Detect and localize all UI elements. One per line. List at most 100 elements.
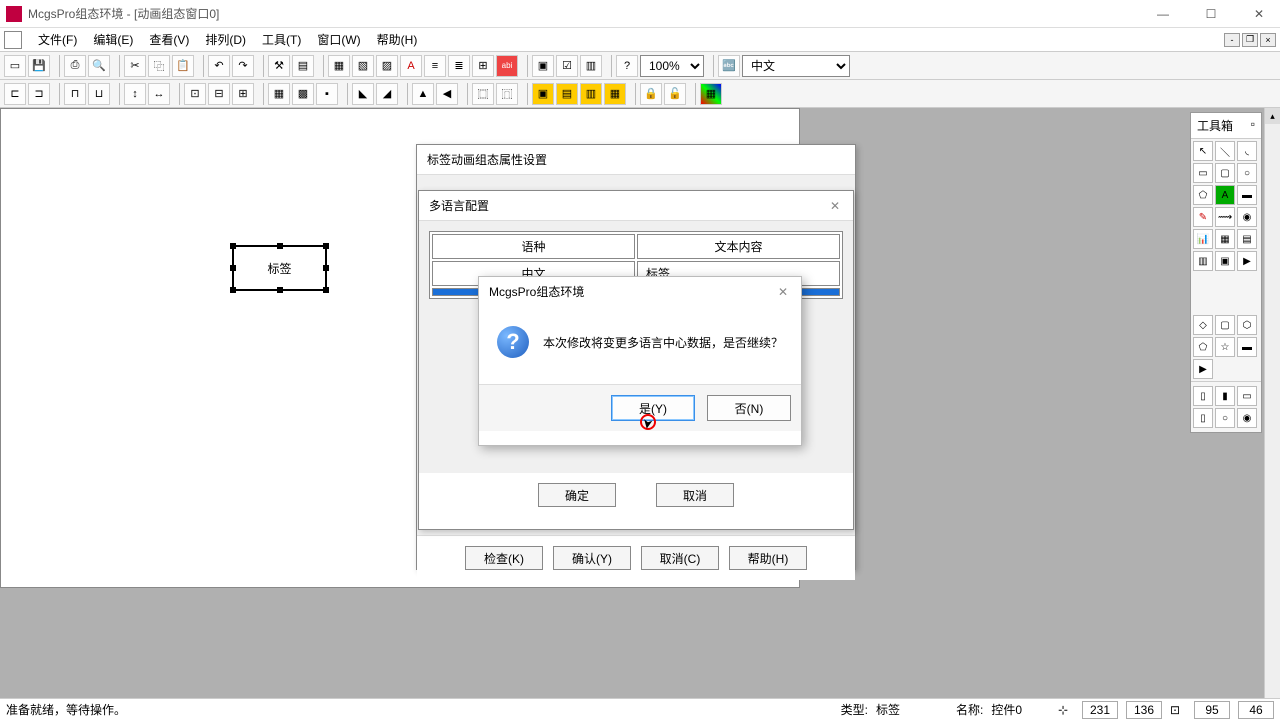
confirm-button[interactable]: 确认(Y) <box>553 546 631 570</box>
tool-circle-icon[interactable]: ○ <box>1237 163 1257 183</box>
multilang-close-icon[interactable]: ✕ <box>827 199 843 213</box>
language-select[interactable]: 中文 <box>742 55 850 77</box>
menu-edit[interactable]: 编辑(E) <box>85 28 141 51</box>
ok-button[interactable]: 确定 <box>538 483 616 507</box>
cut-icon[interactable]: ✂ <box>124 55 146 77</box>
copy-icon[interactable]: ⿻ <box>148 55 170 77</box>
undo-icon[interactable]: ↶ <box>208 55 230 77</box>
align-left-icon[interactable]: ≡ <box>424 55 446 77</box>
zoom-select[interactable]: 100% <box>640 55 704 77</box>
abc-icon[interactable]: abi <box>496 55 518 77</box>
rotate-icon-2[interactable]: ◢ <box>376 83 398 105</box>
font-icon[interactable]: A <box>400 55 422 77</box>
save-icon[interactable]: 💾 <box>28 55 50 77</box>
layout-icon-1[interactable]: ⊏ <box>4 83 26 105</box>
tool-chart-icon[interactable]: 📊 <box>1193 229 1213 249</box>
redo-icon[interactable]: ↷ <box>232 55 254 77</box>
label-widget[interactable]: 标签 <box>232 245 327 291</box>
tool-table-icon[interactable]: ▦ <box>1215 229 1235 249</box>
mdi-minimize[interactable]: - <box>1224 33 1240 47</box>
footer-icon-2[interactable]: ▮ <box>1215 386 1235 406</box>
flip-v-icon[interactable]: ◀ <box>436 83 458 105</box>
preview-icon[interactable]: 🔍 <box>88 55 110 77</box>
mdi-close[interactable]: × <box>1260 33 1276 47</box>
tool-poly-icon[interactable]: ⬠ <box>1193 185 1213 205</box>
tool-list-icon[interactable]: ▥ <box>1193 251 1213 271</box>
tool-icon-5[interactable]: ▨ <box>376 55 398 77</box>
tool-text-icon[interactable]: A <box>1215 185 1235 205</box>
layout-icon-8[interactable]: ⊟ <box>208 83 230 105</box>
tool-icon-1[interactable]: ⚒ <box>268 55 290 77</box>
tool-icon-3[interactable]: ▦ <box>328 55 350 77</box>
footer-icon-3[interactable]: ▭ <box>1237 386 1257 406</box>
check-button[interactable]: 检查(K) <box>465 546 543 570</box>
menu-file[interactable]: 文件(F) <box>30 28 85 51</box>
footer-icon-5[interactable]: ○ <box>1215 408 1235 428</box>
layer-icon-4[interactable]: ▦ <box>604 83 626 105</box>
flip-h-icon[interactable]: ▲ <box>412 83 434 105</box>
paste-icon[interactable]: 📋 <box>172 55 194 77</box>
shape-hex-icon[interactable]: ⬡ <box>1237 315 1257 335</box>
menu-window[interactable]: 窗口(W) <box>309 28 368 51</box>
layout-icon-12[interactable]: ▪ <box>316 83 338 105</box>
footer-icon-1[interactable]: ▯ <box>1193 386 1213 406</box>
shape-square-icon[interactable]: ▢ <box>1215 315 1235 335</box>
tool-roundrect-icon[interactable]: ▢ <box>1215 163 1235 183</box>
tool-slider-icon[interactable]: ⟿ <box>1215 207 1235 227</box>
layout-icon-10[interactable]: ▦ <box>268 83 290 105</box>
tool-combo-icon[interactable]: ▤ <box>1237 229 1257 249</box>
cancel-button-2[interactable]: 取消 <box>656 483 734 507</box>
layout-icon-2[interactable]: ⊐ <box>28 83 50 105</box>
lock-icon[interactable]: 🔒 <box>640 83 662 105</box>
layout-icon-11[interactable]: ▩ <box>292 83 314 105</box>
tool-arc-icon[interactable]: ◟ <box>1237 141 1257 161</box>
layout-icon-5[interactable]: ↕ <box>124 83 146 105</box>
shape-diamond-icon[interactable]: ◇ <box>1193 315 1213 335</box>
layer-icon-1[interactable]: ▣ <box>532 83 554 105</box>
layer-icon-2[interactable]: ▤ <box>556 83 578 105</box>
layout-icon-9[interactable]: ⊞ <box>232 83 254 105</box>
tool-frame-icon[interactable]: ▣ <box>1215 251 1235 271</box>
tool-gauge-icon[interactable]: ◉ <box>1237 207 1257 227</box>
rotate-icon-1[interactable]: ◣ <box>352 83 374 105</box>
help-button[interactable]: 帮助(H) <box>729 546 807 570</box>
confirm-close-icon[interactable]: ✕ <box>775 285 791 299</box>
close-button[interactable]: ✕ <box>1244 4 1274 24</box>
scroll-up-icon[interactable]: ▴ <box>1265 108 1280 124</box>
mdi-restore[interactable]: ❐ <box>1242 33 1258 47</box>
tool-image-icon[interactable]: ✎ <box>1193 207 1213 227</box>
maximize-button[interactable]: ☐ <box>1196 4 1226 24</box>
no-button[interactable]: 否(N) <box>707 395 791 421</box>
layout-icon-6[interactable]: ↔ <box>148 83 170 105</box>
group-icon[interactable]: ⿴ <box>472 83 494 105</box>
shape-star-icon[interactable]: ☆ <box>1215 337 1235 357</box>
new-icon[interactable]: ▭ <box>4 55 26 77</box>
tool-icon-4[interactable]: ▧ <box>352 55 374 77</box>
layout-icon-7[interactable]: ⊡ <box>184 83 206 105</box>
grid-icon[interactable]: ⊞ <box>472 55 494 77</box>
layout-icon-4[interactable]: ⊔ <box>88 83 110 105</box>
color-grid-icon[interactable]: ▦ <box>700 83 722 105</box>
layout-icon-3[interactable]: ⊓ <box>64 83 86 105</box>
vertical-scrollbar[interactable]: ▴ <box>1264 108 1280 698</box>
minimize-button[interactable]: — <box>1148 4 1178 24</box>
tool-icon-2[interactable]: ▤ <box>292 55 314 77</box>
shape-arrow-icon[interactable]: ▶ <box>1193 359 1213 379</box>
tool-icon-7[interactable]: ☑ <box>556 55 578 77</box>
menu-view[interactable]: 查看(V) <box>141 28 197 51</box>
tool-icon-8[interactable]: ▥ <box>580 55 602 77</box>
footer-icon-4[interactable]: ▯ <box>1193 408 1213 428</box>
shape-penta-icon[interactable]: ⬠ <box>1193 337 1213 357</box>
tool-pointer-icon[interactable]: ↖ <box>1193 141 1213 161</box>
align-center-icon[interactable]: ≣ <box>448 55 470 77</box>
tool-line-icon[interactable]: ＼ <box>1215 141 1235 161</box>
tool-button-icon[interactable]: ▬ <box>1237 185 1257 205</box>
menu-tools[interactable]: 工具(T) <box>254 28 309 51</box>
unlock-icon[interactable]: 🔓 <box>664 83 686 105</box>
cancel-button[interactable]: 取消(C) <box>641 546 719 570</box>
tool-icon-6[interactable]: ▣ <box>532 55 554 77</box>
menu-arrange[interactable]: 排列(D) <box>197 28 254 51</box>
shape-bars-icon[interactable]: ▬ <box>1237 337 1257 357</box>
help-icon[interactable]: ? <box>616 55 638 77</box>
menu-help[interactable]: 帮助(H) <box>369 28 426 51</box>
